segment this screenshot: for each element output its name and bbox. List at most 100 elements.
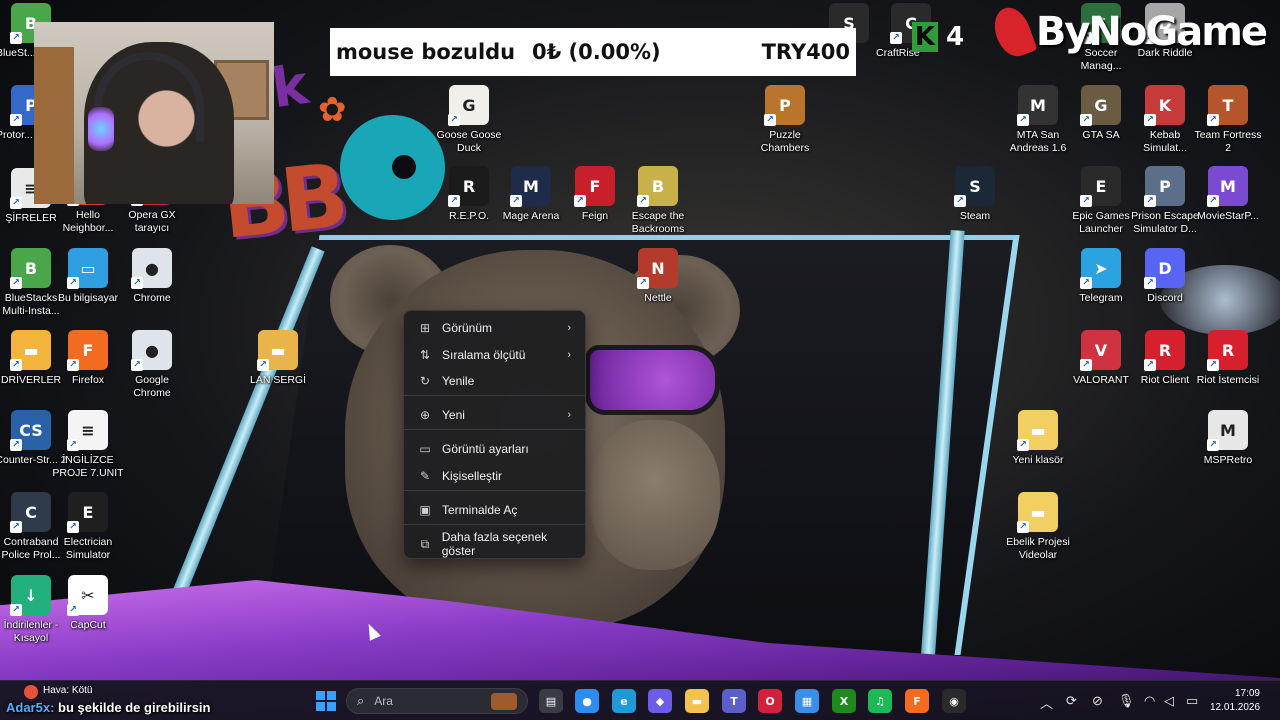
taskbar-clock[interactable]: 17:09 12.01.2026 (1210, 687, 1260, 715)
desktop-icon[interactable]: ≡ ↗ İNGİLİZCE PROJE 7.UNIT (51, 410, 125, 480)
shortcut-arrow-icon: ↗ (1207, 114, 1219, 126)
context-menu-item[interactable]: ↻ Yenile (408, 368, 581, 394)
search-icon: ⌕ (357, 693, 365, 708)
app-icon: ● ↗ (131, 248, 172, 289)
desktop-icon-label: Firefox (71, 374, 105, 386)
mute-icon[interactable]: ⊘ (1092, 693, 1103, 709)
copilot-taskbar-icon[interactable]: ◆ (648, 689, 672, 713)
desktop-icon[interactable]: N ↗ Nettle (621, 248, 695, 305)
app-icon: CS ↗ (10, 410, 51, 451)
app-glyph-icon: ▬ (1030, 420, 1046, 440)
desktop-icon[interactable]: M ↗ MSPRetro (1191, 410, 1265, 467)
desktop-icon[interactable]: F ↗ Firefox (51, 330, 125, 387)
desktop-icon[interactable]: M ↗ Mage Arena (494, 166, 568, 223)
desktop-icon-label: Bu bilgisayar (57, 292, 119, 304)
context-menu-label: Sıralama ölçütü (442, 348, 526, 362)
desktop-icon[interactable]: G ↗ Goose Goose Duck (432, 85, 506, 155)
brush-icon: ✎ (419, 469, 431, 483)
context-menu-item[interactable]: ⧉ Daha fazla seçenek göster (408, 530, 581, 558)
context-menu-label: Görüntü ayarları (442, 442, 529, 456)
mic-icon[interactable]: 🎙 (1118, 693, 1135, 709)
context-menu-item[interactable]: ▭ Görüntü ayarları (408, 436, 581, 462)
desktop-icon-label: VALORANT (1073, 374, 1129, 386)
firefox-taskbar-icon[interactable]: F (905, 689, 929, 713)
context-menu-separator (404, 490, 585, 491)
desktop-icon[interactable]: V ↗ VALORANT (1064, 330, 1138, 387)
chevron-right-icon: › (567, 322, 571, 334)
app-icon: R ↗ (448, 166, 489, 207)
desktop-icon-label: CapCut (70, 619, 106, 631)
desktop-icon[interactable]: B ↗ Escape the Backrooms (621, 166, 695, 236)
taskbar-search-box[interactable]: ⌕ Ara (346, 688, 528, 714)
desktop-icon[interactable]: E ↗ Electrician Simulator (51, 492, 125, 562)
opera-taskbar-icon[interactable]: O (758, 689, 782, 713)
shortcut-arrow-icon: ↗ (1207, 439, 1219, 451)
edge-taskbar-icon[interactable]: e (612, 689, 636, 713)
chevron-up-icon[interactable]: ︿ (1040, 693, 1053, 712)
desktop-icon[interactable]: ▬ ↗ LAN SERGİ (241, 330, 315, 387)
desktop-icon[interactable]: ➤ ↗ Telegram (1064, 248, 1138, 305)
spotify-taskbar-icon[interactable]: ♫ (868, 689, 892, 713)
sync-icon[interactable]: ⟳ (1066, 693, 1077, 709)
app-glyph-icon: ✂ (81, 585, 95, 605)
context-menu-separator (404, 395, 585, 396)
wifi-icon[interactable]: ◠ (1144, 693, 1155, 709)
desktop-icon[interactable]: D ↗ Discord (1128, 248, 1202, 305)
desktop-icon[interactable]: M ↗ MovieStarP... (1191, 166, 1265, 223)
volume-icon[interactable]: ◁ (1164, 693, 1174, 709)
context-menu-separator (404, 524, 585, 525)
shortcut-arrow-icon: ↗ (448, 195, 460, 207)
desktop-icon[interactable]: ▬ ↗ Ebelik Projesi Videolar (1001, 492, 1075, 562)
app-icon: ▬ ↗ (1017, 492, 1058, 533)
start-button[interactable] (316, 691, 336, 711)
desktop-icon[interactable]: ▬ ↗ Yeni klasör (1001, 410, 1075, 467)
context-menu-item[interactable]: ⇅ Sıralama ölçütü › (408, 342, 581, 368)
grid-icon: ⊞ (419, 321, 431, 335)
donation-goal-title: mouse bozuldu (336, 40, 516, 64)
context-menu-item[interactable]: ⊞ Görünüm › (408, 315, 581, 341)
desktop-icon[interactable]: G ↗ GTA SA (1064, 85, 1138, 142)
desktop-icon[interactable]: ▭ ↗ Bu bilgisayar (51, 248, 125, 305)
app-icon: D ↗ (1144, 248, 1185, 289)
desktop-icon-label: Team Fortress 2 (1194, 129, 1262, 154)
app-icon: ➤ ↗ (1080, 248, 1121, 289)
chrome-taskbar-icon[interactable]: ● (575, 689, 599, 713)
desktop-icon[interactable]: S ↗ Steam (938, 166, 1012, 223)
teams-taskbar-icon[interactable]: T (722, 689, 746, 713)
battery-icon[interactable]: ▭ (1186, 693, 1198, 709)
app-glyph-icon: R (462, 176, 476, 196)
shortcut-arrow-icon: ↗ (67, 277, 79, 289)
shortcut-arrow-icon: ↗ (574, 195, 586, 207)
app-icon: R ↗ (1144, 330, 1185, 371)
obs-taskbar-icon[interactable]: ◉ (942, 689, 966, 713)
stream-chat-message: Adar5x: bu şekilde de girebilirsin (6, 700, 210, 715)
shortcut-arrow-icon: ↗ (10, 32, 22, 44)
explorer-taskbar-icon[interactable]: ▬ (685, 689, 709, 713)
context-menu-item[interactable]: ✎ Kişiselleştir (408, 463, 581, 489)
desktop-icon[interactable]: ✂ ↗ CapCut (51, 575, 125, 632)
context-menu-item[interactable]: ▣ Terminalde Aç (408, 497, 581, 523)
desktop-icon[interactable]: E ↗ Epic Games Launcher (1064, 166, 1138, 236)
shortcut-arrow-icon: ↗ (10, 604, 22, 616)
desktop-icon[interactable]: R ↗ Riot İstemcisi (1191, 330, 1265, 387)
app-glyph-icon: M (1220, 176, 1236, 196)
xbox-taskbar-icon[interactable]: X (832, 689, 856, 713)
task-view-icon[interactable]: ▤ (539, 689, 563, 713)
weather-widget[interactable]: Hava: Kötü (24, 685, 92, 699)
shortcut-arrow-icon: ↗ (764, 114, 776, 126)
app-glyph-icon: E (1095, 176, 1107, 196)
desktop-icon-label: Ebelik Projesi Videolar (1006, 536, 1070, 561)
desktop-icon[interactable]: ● ↗ Chrome (115, 248, 189, 305)
desktop-icon-label: Mage Arena (502, 210, 560, 222)
app-glyph-icon: G (1094, 95, 1108, 115)
more-options-icon: ⧉ (420, 536, 430, 551)
shortcut-arrow-icon: ↗ (890, 32, 902, 44)
context-menu-item[interactable]: ⊕ Yeni › (408, 402, 581, 428)
desktop-icon[interactable]: ● ↗ Google Chrome (115, 330, 189, 400)
desktop-icon[interactable]: T ↗ Team Fortress 2 (1191, 85, 1265, 155)
shortcut-arrow-icon: ↗ (10, 277, 22, 289)
desktop-icon-label: Opera GX tarayıcı (128, 209, 176, 234)
desktop-icon[interactable]: P ↗ Puzzle Chambers (748, 85, 822, 155)
app-icon: F ↗ (574, 166, 615, 207)
store-taskbar-icon[interactable]: ▦ (795, 689, 819, 713)
